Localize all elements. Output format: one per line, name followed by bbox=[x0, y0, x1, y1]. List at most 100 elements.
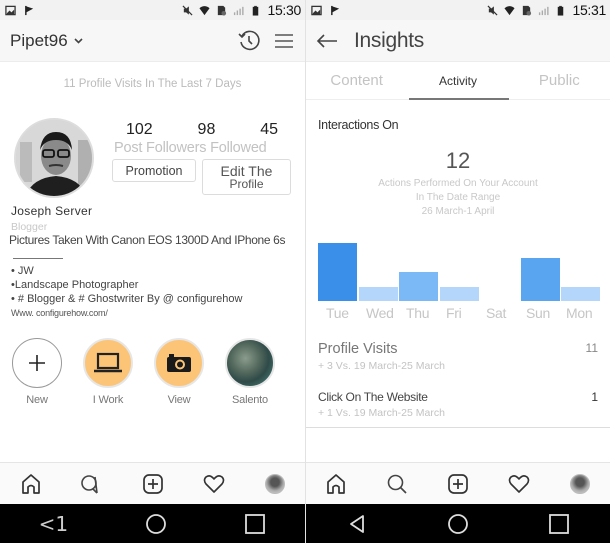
nav-search[interactable] bbox=[80, 472, 104, 496]
story-highlights: New I Work View Salento bbox=[0, 338, 305, 406]
mute-icon bbox=[487, 4, 498, 16]
tab-public[interactable]: Public bbox=[509, 62, 610, 99]
followed-count[interactable]: 45 bbox=[260, 121, 278, 139]
search-icon bbox=[387, 474, 407, 494]
chart-x-axis: Tue Wed Thu Fri Sat Sun Mon bbox=[326, 305, 610, 321]
bar-mon[interactable] bbox=[561, 286, 600, 301]
x-tick-label: Wed bbox=[366, 305, 394, 321]
recents-square-icon[interactable] bbox=[548, 513, 570, 535]
bio-line: • # Blogger & # Ghostwriter By @ configu… bbox=[11, 293, 243, 305]
bar-wed[interactable] bbox=[358, 286, 398, 301]
nav-new-post[interactable] bbox=[141, 472, 165, 496]
history-icon[interactable] bbox=[237, 29, 261, 53]
nav-search[interactable] bbox=[385, 472, 409, 496]
profile-bio: Joseph Server Blogger Pictures Taken Wit… bbox=[0, 204, 305, 318]
gallery-notification-icon bbox=[311, 5, 322, 15]
home-circle-icon[interactable] bbox=[447, 513, 469, 535]
profile-avatar[interactable] bbox=[14, 118, 94, 198]
x-tick-label: Mon bbox=[566, 305, 593, 321]
page-title: Insights bbox=[354, 28, 424, 52]
metric-title: Click On The Website bbox=[318, 390, 428, 404]
metric-profile-visits[interactable]: Profile Visits 11 + 3 Vs. 19 March-25 Ma… bbox=[306, 341, 610, 372]
highlight-i-work[interactable]: I Work bbox=[82, 338, 134, 406]
profile-screen: 15:30 Pipet96 11 Profile Visits In The L… bbox=[0, 0, 305, 543]
nav-activity[interactable] bbox=[507, 472, 531, 496]
website-link[interactable]: Www. configurehow.com/ bbox=[11, 308, 305, 318]
highlight-salento[interactable]: Salento bbox=[224, 338, 276, 406]
profile-stats: 102 98 45 Post Followers Followed Promot… bbox=[112, 118, 292, 198]
metric-value: 11 bbox=[585, 341, 598, 355]
photo-thumbnail bbox=[225, 338, 275, 388]
followers-count[interactable]: 98 bbox=[198, 121, 216, 139]
edit-profile-label-line2: Profile bbox=[229, 177, 264, 191]
account-switcher[interactable]: Pipet96 bbox=[10, 31, 83, 51]
insights-header: Insights bbox=[306, 20, 610, 62]
x-tick-label: Tue bbox=[326, 305, 349, 321]
stats-labels: Post Followers Followed bbox=[114, 140, 267, 156]
tab-activity[interactable]: Activity bbox=[407, 62, 509, 100]
wifi-icon bbox=[199, 5, 210, 15]
tab-content[interactable]: Content bbox=[306, 62, 407, 99]
profile-name: Joseph Server bbox=[11, 204, 93, 218]
bio-line: Pictures Taken With Canon EOS 1300D And … bbox=[9, 233, 286, 247]
insights-tabs: Content Activity Public bbox=[306, 62, 610, 100]
bar-thu[interactable] bbox=[399, 272, 438, 301]
insights-screen: 15:31 Insights Content Activity Public I… bbox=[305, 0, 610, 543]
recents-square-icon[interactable] bbox=[244, 513, 266, 535]
home-icon bbox=[21, 473, 40, 494]
x-tick-label: Sun bbox=[526, 305, 551, 321]
bio-divider bbox=[13, 258, 63, 259]
home-circle-icon[interactable] bbox=[145, 513, 167, 535]
nav-profile[interactable] bbox=[568, 472, 592, 496]
divider bbox=[306, 427, 610, 428]
bar-fri[interactable] bbox=[439, 286, 479, 301]
profile-category: Blogger bbox=[11, 221, 48, 233]
x-tick-label: Sat bbox=[486, 305, 507, 321]
add-post-icon bbox=[448, 473, 468, 494]
camera-icon bbox=[167, 354, 191, 372]
back-triangle-icon[interactable] bbox=[346, 513, 368, 535]
nav-profile[interactable] bbox=[263, 472, 287, 496]
metric-website-clicks[interactable]: Click On The Website 1 + 1 Vs. 19 March-… bbox=[306, 390, 610, 428]
profile-summary: 102 98 45 Post Followers Followed Promot… bbox=[0, 118, 305, 198]
note-line: Actions Performed On Your Account bbox=[378, 178, 538, 189]
highlight-new[interactable]: New bbox=[11, 338, 63, 406]
edit-profile-button[interactable]: Edit The Profile bbox=[202, 159, 291, 195]
bio-line: •Landscape Photographer bbox=[11, 279, 139, 291]
sim-icon bbox=[218, 5, 227, 16]
search-icon bbox=[80, 474, 98, 494]
highlight-view[interactable]: View bbox=[153, 338, 205, 406]
bar-tue[interactable] bbox=[318, 243, 357, 301]
bottom-navigation bbox=[306, 462, 610, 504]
gallery-notification-icon bbox=[5, 5, 16, 15]
nav-home[interactable] bbox=[19, 472, 43, 496]
x-tick-label: Fri bbox=[446, 305, 462, 321]
avatar bbox=[569, 473, 590, 494]
arrow-left-icon[interactable] bbox=[316, 33, 338, 49]
back-button[interactable]: <1 bbox=[39, 512, 68, 536]
metric-value: 1 bbox=[591, 390, 598, 404]
system-navigation-bar: <1 bbox=[0, 504, 305, 543]
profile-visits-banner[interactable]: 11 Profile Visits In The Last 7 Days bbox=[0, 78, 305, 90]
username: Pipet96 bbox=[10, 30, 68, 50]
add-post-icon bbox=[142, 473, 163, 494]
bio-line: • JW bbox=[11, 265, 34, 277]
bar-sun[interactable] bbox=[520, 257, 560, 301]
heart-icon bbox=[508, 474, 530, 493]
note-line: In The Date Range bbox=[415, 192, 501, 203]
section-title: Interactions On bbox=[318, 118, 399, 132]
battery-icon bbox=[253, 5, 259, 16]
interactions-bar-chart bbox=[318, 239, 600, 301]
nav-activity[interactable] bbox=[202, 472, 226, 496]
nav-new-post[interactable] bbox=[446, 472, 470, 496]
highlight-label: View bbox=[167, 394, 191, 406]
laptop-icon bbox=[94, 352, 122, 373]
signal-icon bbox=[539, 6, 549, 15]
promotion-button[interactable]: Promotion bbox=[112, 159, 196, 182]
nav-home[interactable] bbox=[324, 472, 348, 496]
mute-icon bbox=[182, 4, 193, 16]
posts-count[interactable]: 102 bbox=[126, 121, 153, 139]
hamburger-menu-icon[interactable] bbox=[273, 31, 295, 51]
signal-icon bbox=[234, 6, 244, 15]
clock: 15:30 bbox=[267, 2, 301, 18]
